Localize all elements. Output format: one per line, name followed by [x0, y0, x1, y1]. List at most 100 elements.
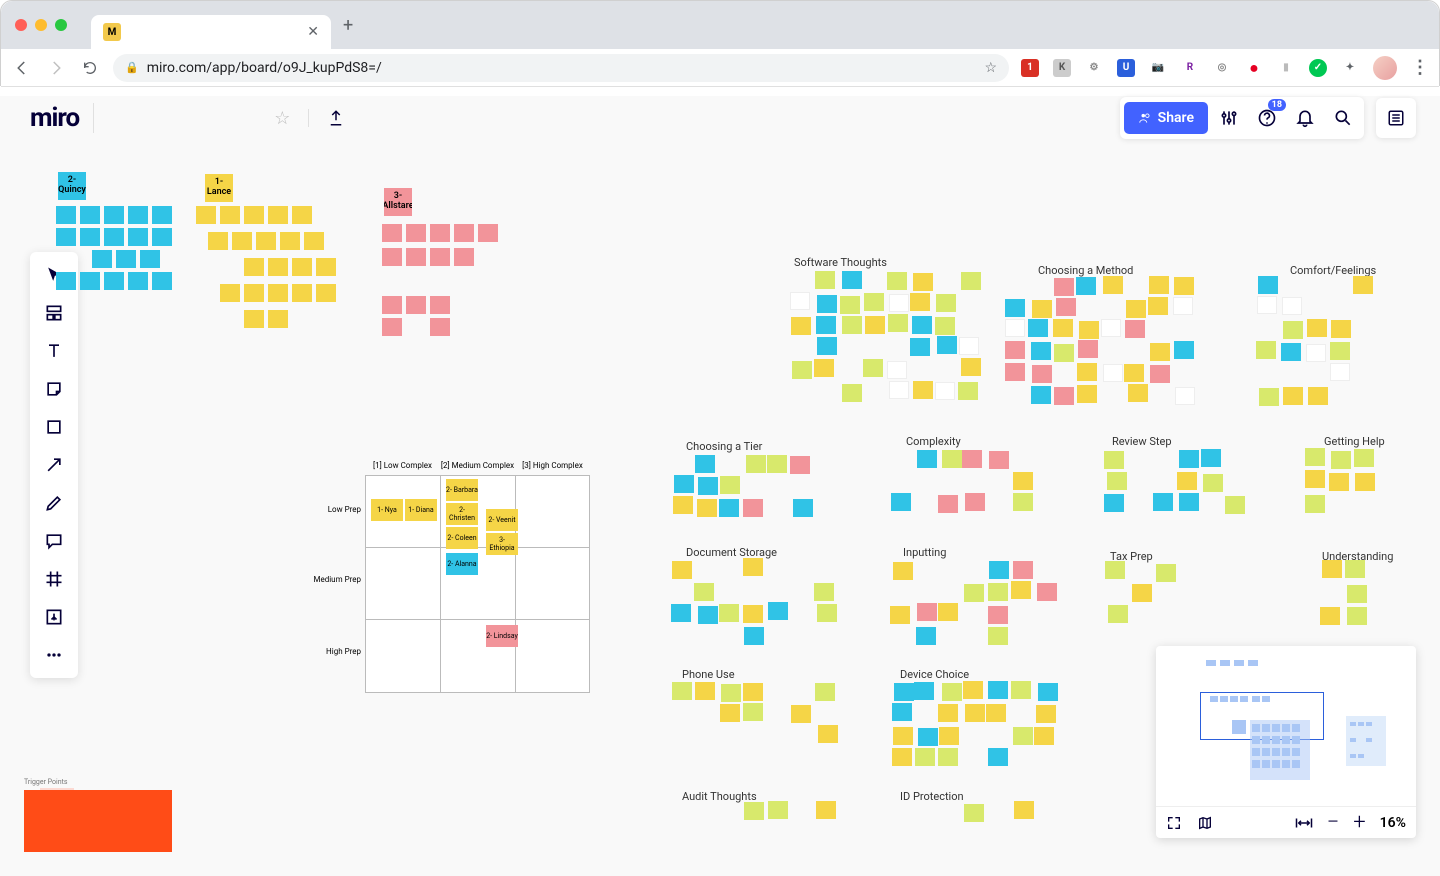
sticky-note[interactable]	[1011, 581, 1031, 599]
extension-icon[interactable]: ✓	[1309, 59, 1327, 77]
sticky-note[interactable]	[962, 450, 982, 468]
sticky-note[interactable]	[1056, 298, 1076, 316]
sticky-note[interactable]	[790, 456, 810, 474]
sticky-note[interactable]	[1153, 493, 1173, 511]
sticky-note[interactable]	[1128, 384, 1148, 402]
sticky-note[interactable]	[304, 232, 324, 250]
share-button[interactable]: Share	[1124, 102, 1208, 134]
sticky-note[interactable]	[961, 272, 981, 290]
frame-fragment[interactable]	[24, 790, 172, 852]
sticky-note[interactable]	[1036, 705, 1056, 723]
sticky-note[interactable]	[938, 704, 958, 722]
sticky-note[interactable]	[1256, 341, 1276, 359]
sticky-note[interactable]	[791, 317, 811, 335]
sticky-note[interactable]	[1203, 474, 1223, 492]
sticky-note[interactable]	[889, 381, 909, 399]
sticky-note[interactable]	[939, 727, 959, 745]
matrix-sticky[interactable]: 2- Veenit	[486, 509, 518, 531]
sticky-note[interactable]	[1345, 560, 1365, 578]
search-icon[interactable]	[1326, 101, 1360, 135]
fullscreen-icon[interactable]	[1166, 815, 1182, 831]
sticky-note[interactable]	[478, 224, 498, 242]
sticky-note[interactable]	[1108, 605, 1128, 623]
matrix-sticky[interactable]: 2- Lindsay	[486, 625, 518, 647]
sticky-note[interactable]	[698, 606, 718, 624]
sticky-note[interactable]	[1259, 388, 1279, 406]
sticky-note[interactable]	[1329, 473, 1349, 491]
sticky-note[interactable]	[986, 704, 1006, 722]
sticky-note[interactable]	[672, 682, 692, 700]
sticky-note[interactable]	[1150, 343, 1170, 361]
sticky-note[interactable]	[244, 258, 264, 276]
more-tools[interactable]	[30, 636, 78, 674]
sticky-note[interactable]	[988, 627, 1008, 645]
sticky-note[interactable]	[887, 361, 907, 379]
sticky-note[interactable]	[914, 682, 934, 700]
sticky-note[interactable]	[1347, 585, 1367, 603]
sticky-note[interactable]	[116, 250, 136, 268]
sticky-note[interactable]	[842, 271, 862, 289]
sticky-note[interactable]	[937, 336, 957, 354]
sticky-note[interactable]	[816, 801, 836, 819]
new-tab-button[interactable]: +	[343, 15, 353, 36]
sticky-note[interactable]	[1037, 583, 1057, 601]
sticky-note[interactable]	[196, 206, 216, 224]
sticky-note[interactable]	[814, 583, 834, 601]
arrow-tool[interactable]	[30, 446, 78, 484]
url-field[interactable]: 🔒 miro.com/app/board/o9J_kupPdS8=/ ☆	[113, 54, 1009, 82]
sticky-note[interactable]	[961, 358, 981, 376]
sticky-note[interactable]	[1126, 300, 1146, 318]
sticky-note[interactable]	[719, 604, 739, 622]
zoom-level[interactable]: 16%	[1380, 815, 1406, 831]
sticky-note[interactable]	[316, 258, 336, 276]
sticky-note[interactable]	[916, 627, 936, 645]
sticky-note[interactable]	[1355, 473, 1375, 491]
sticky-note[interactable]	[746, 455, 766, 473]
sticky-note[interactable]	[671, 604, 691, 622]
upload-tool[interactable]	[30, 598, 78, 636]
sticky-note[interactable]	[1013, 561, 1033, 579]
participant-sticky[interactable]: 3- Allstare	[384, 188, 412, 216]
sticky-note[interactable]	[382, 296, 402, 314]
sticky-note[interactable]	[694, 583, 714, 601]
sticky-note[interactable]	[1077, 385, 1097, 403]
sticky-note[interactable]	[719, 499, 739, 517]
window-max-dot[interactable]	[55, 19, 67, 31]
tab-close-icon[interactable]: ✕	[307, 24, 319, 40]
sticky-note[interactable]	[891, 493, 911, 511]
sticky-note[interactable]	[292, 284, 312, 302]
sticky-note[interactable]	[935, 317, 955, 335]
sticky-note[interactable]	[1173, 297, 1193, 315]
sticky-note[interactable]	[268, 206, 288, 224]
sticky-note[interactable]	[1174, 277, 1194, 295]
participant-sticky[interactable]: 2- Quincy	[58, 172, 86, 200]
sticky-note[interactable]	[1028, 319, 1048, 337]
profile-avatar[interactable]	[1373, 56, 1397, 80]
sticky-note[interactable]	[268, 310, 288, 328]
sticky-note[interactable]	[1174, 341, 1194, 359]
sticky-note[interactable]	[918, 728, 938, 746]
sticky-note[interactable]	[1013, 727, 1033, 745]
sticky-note[interactable]	[942, 683, 962, 701]
sticky-note[interactable]	[244, 284, 264, 302]
zoom-out-icon[interactable]: −	[1327, 810, 1340, 835]
sticky-note[interactable]	[842, 384, 862, 402]
sticky-note[interactable]	[1077, 363, 1097, 381]
sticky-note[interactable]	[959, 337, 979, 355]
sticky-note[interactable]	[892, 703, 912, 721]
sticky-note[interactable]	[1034, 727, 1054, 745]
sticky-note[interactable]	[988, 681, 1008, 699]
participant-sticky[interactable]: 1- Lance	[205, 174, 233, 202]
sticky-note[interactable]	[1354, 449, 1374, 467]
sticky-note[interactable]	[1054, 344, 1074, 362]
sticky-note[interactable]	[1148, 297, 1168, 315]
sticky-note[interactable]	[1132, 584, 1152, 602]
sticky-note[interactable]	[1331, 320, 1351, 338]
sticky-note[interactable]	[792, 361, 812, 379]
sticky-note[interactable]	[863, 359, 883, 377]
frame-tool[interactable]	[30, 560, 78, 598]
sticky-note[interactable]	[989, 451, 1009, 469]
sticky-note[interactable]	[1005, 299, 1025, 317]
sticky-note[interactable]	[965, 704, 985, 722]
sticky-note[interactable]	[840, 296, 860, 314]
